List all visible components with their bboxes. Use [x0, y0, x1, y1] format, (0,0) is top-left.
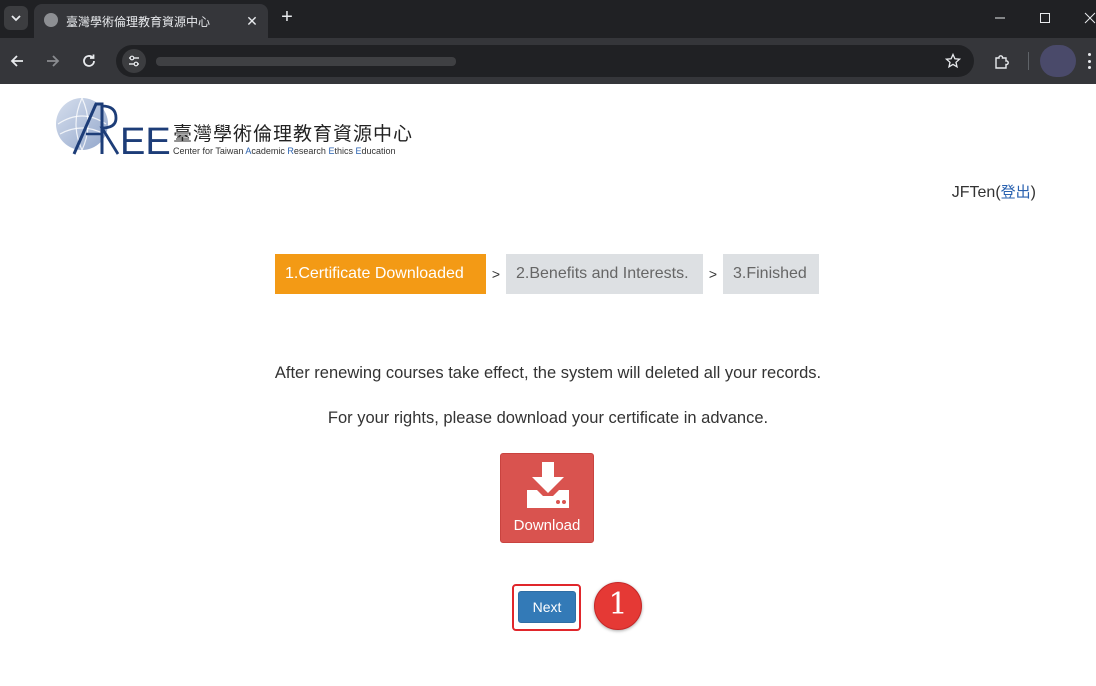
tune-icon: [129, 55, 139, 67]
puzzle-icon: [995, 55, 1009, 69]
step-separator: >: [708, 266, 718, 282]
annotation-step-badge: 1: [594, 582, 642, 630]
bookmark-star-button[interactable]: [942, 50, 964, 72]
site-name-english: Center for Taiwan Academic Research Ethi…: [173, 146, 396, 156]
step-separator: >: [491, 266, 501, 282]
forward-button[interactable]: [41, 49, 65, 73]
globe-icon: [44, 13, 58, 27]
forward-arrow-icon: [47, 55, 60, 67]
minimize-button[interactable]: [980, 4, 1020, 32]
close-icon: [1084, 12, 1096, 24]
browser-menu-icon[interactable]: [1084, 50, 1094, 72]
back-button[interactable]: [5, 49, 29, 73]
browser-tab[interactable]: 臺灣學術倫理教育資源中心 ✕: [34, 4, 268, 38]
site-name-en-part: cademic: [251, 146, 288, 156]
step-benefits-and-interests: 2.Benefits and Interests.: [506, 254, 703, 294]
progress-steps: 1.Certificate Downloaded > 2.Benefits an…: [275, 254, 819, 294]
site-name-chinese: 臺灣學術倫理教育資源中心: [173, 123, 414, 145]
step-certificate-downloaded: 1.Certificate Downloaded: [275, 254, 486, 294]
site-info-button[interactable]: [122, 49, 146, 73]
profile-avatar[interactable]: [1040, 45, 1076, 77]
logout-paren-close: ): [1030, 184, 1036, 201]
reload-icon: [83, 54, 95, 67]
browser-toolbar: [0, 38, 1096, 84]
chevron-down-icon: [11, 15, 21, 22]
svg-text:EE: EE: [120, 121, 171, 158]
close-tab-icon[interactable]: ✕: [242, 11, 262, 31]
download-certificate-button[interactable]: Download: [500, 453, 594, 543]
star-icon: [945, 53, 961, 69]
site-name-en-part: Center for Taiwan: [173, 146, 246, 156]
new-tab-button[interactable]: +: [276, 6, 298, 28]
site-name-en-part: esearch: [293, 146, 329, 156]
browser-tab-bar: 臺灣學術倫理教育資源中心 ✕ +: [0, 0, 1096, 38]
next-button[interactable]: Next: [518, 591, 576, 623]
username: JFTen: [951, 184, 996, 201]
step-finished: 3.Finished: [723, 254, 819, 294]
toolbar-divider: [1028, 52, 1029, 70]
maximize-icon: [1040, 13, 1050, 23]
tab-title: 臺灣學術倫理教育資源中心: [66, 15, 211, 29]
reload-button[interactable]: [77, 49, 101, 73]
records-deletion-notice: After renewing courses take effect, the …: [274, 364, 822, 382]
extensions-button[interactable]: [990, 49, 1014, 73]
back-arrow-icon: [10, 55, 23, 67]
address-bar[interactable]: [116, 45, 974, 77]
download-icon: [527, 462, 569, 508]
user-area: JFTen(登出): [952, 181, 1036, 202]
site-name-en-part: ducation: [361, 146, 396, 156]
close-window-button[interactable]: [1070, 4, 1096, 32]
logout-link[interactable]: 登出: [1001, 183, 1031, 201]
aree-logo-mark: EE: [56, 97, 171, 158]
minimize-icon: [995, 17, 1005, 19]
download-advice: For your rights, please download your ce…: [327, 409, 769, 427]
site-logo[interactable]: EE 臺灣學術倫理教育資源中心 Center for Taiwan Academ…: [56, 94, 416, 158]
site-name-en-part: thics: [334, 146, 356, 156]
tab-search-button[interactable]: [4, 6, 28, 30]
url-text-blurred: [156, 57, 456, 66]
next-button-highlight: Next: [512, 584, 581, 631]
download-label: Download: [513, 517, 581, 534]
maximize-button[interactable]: [1025, 4, 1065, 32]
